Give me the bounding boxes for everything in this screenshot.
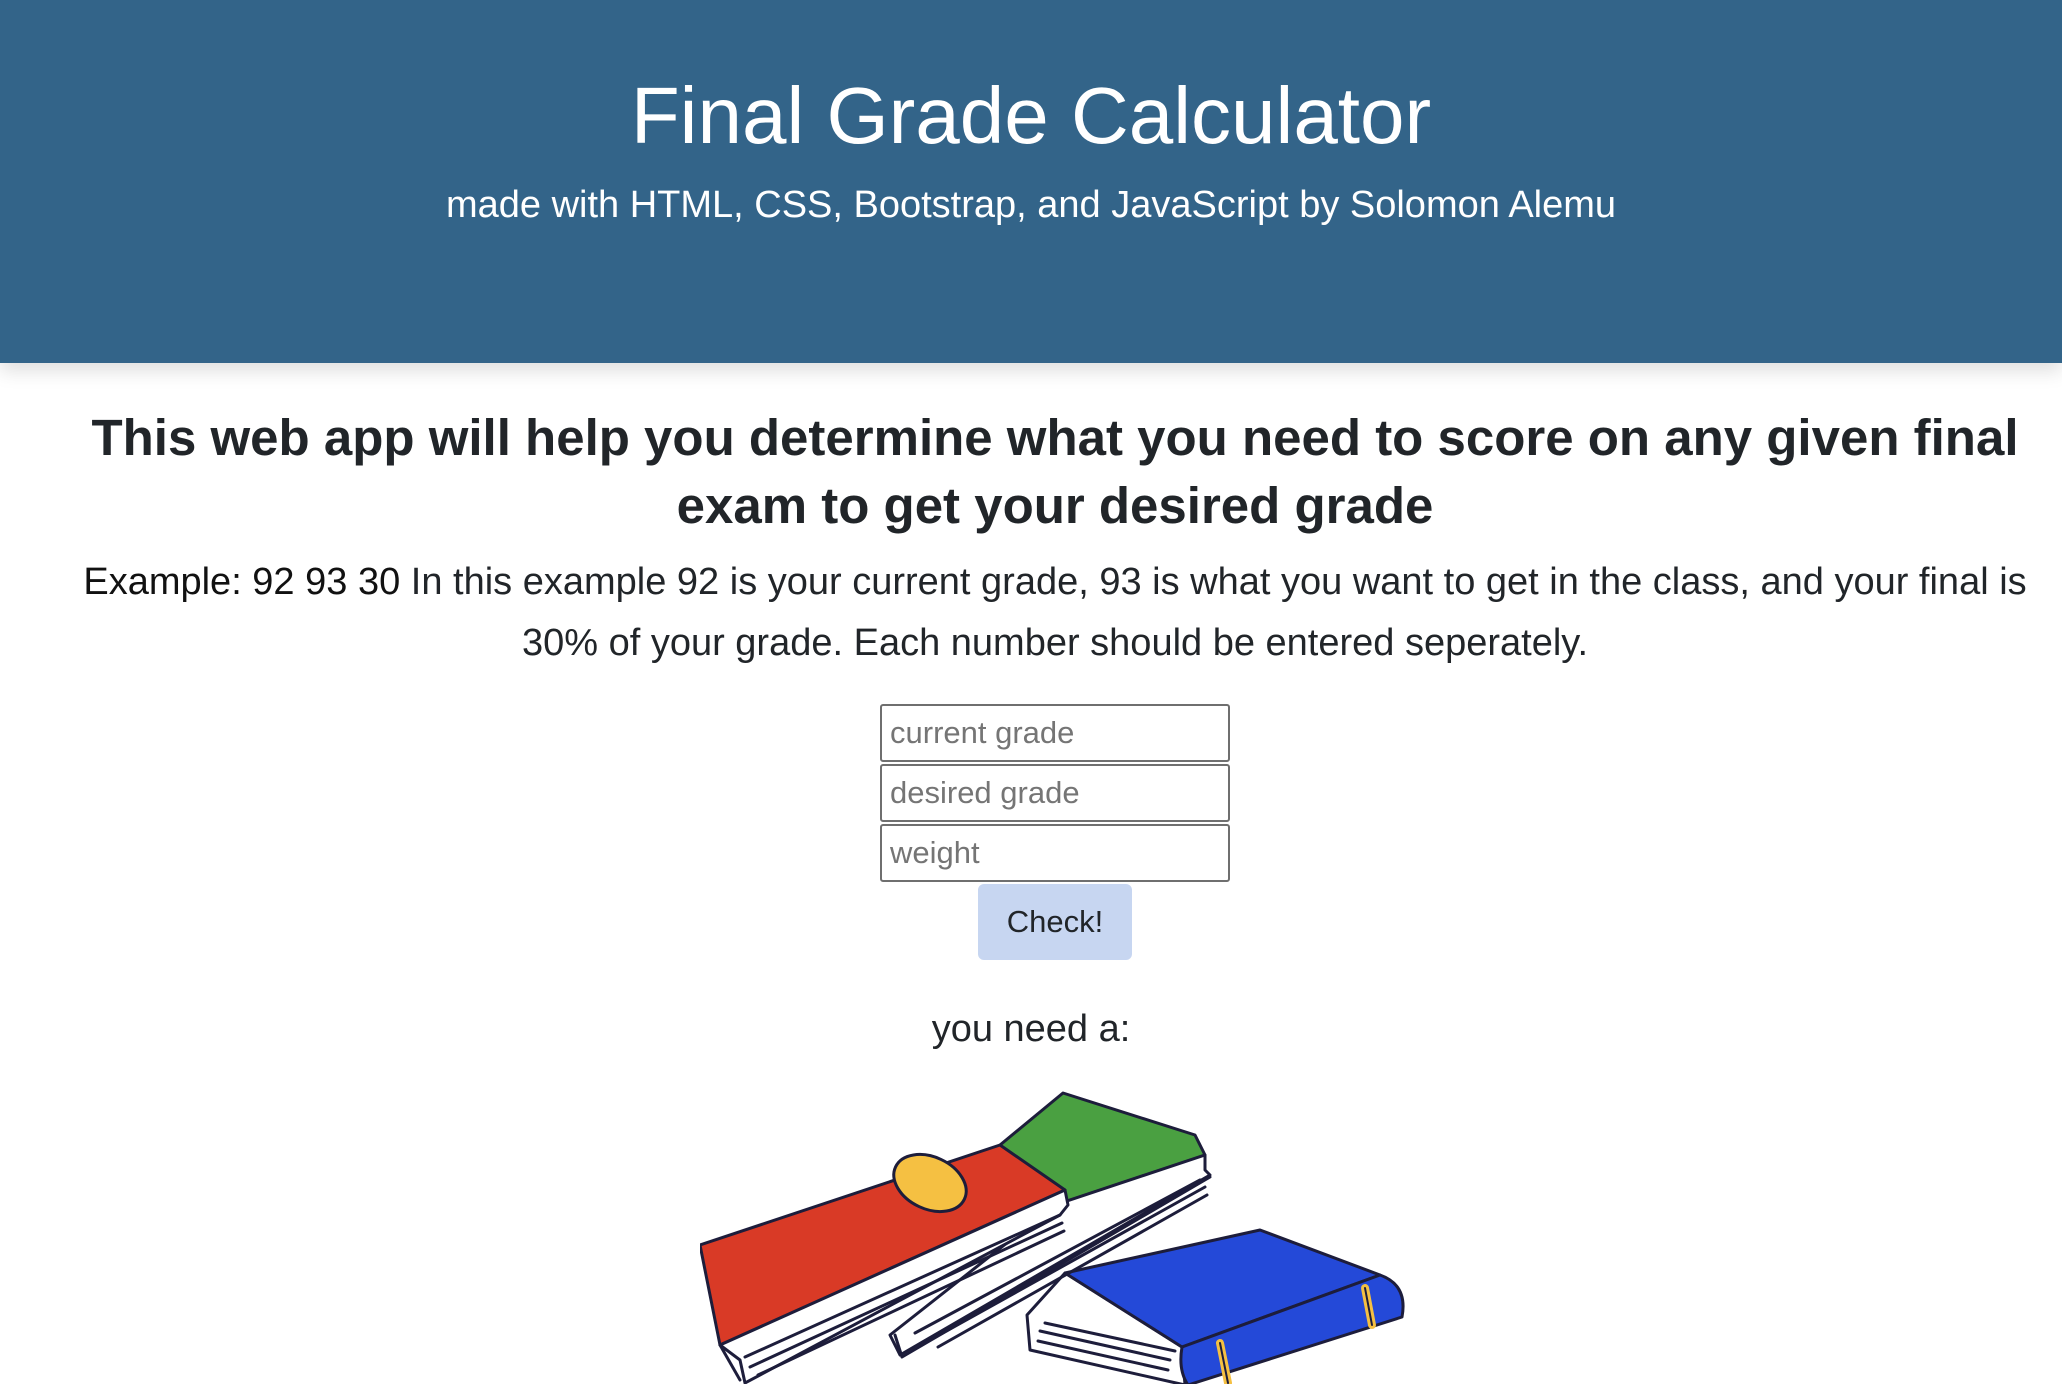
page-subtitle: made with HTML, CSS, Bootstrap, and Java… (445, 184, 1617, 226)
current-grade-input[interactable] (880, 704, 1230, 762)
example-text: In this example 92 is your current grade… (400, 561, 2027, 664)
weight-input[interactable] (880, 824, 1230, 882)
intro-heading: This web app will help you determine wha… (91, 409, 2019, 534)
page-title: Final Grade Calculator (630, 71, 1432, 160)
example-label: Example: 92 93 30 (83, 561, 401, 603)
result-label: you need a: (931, 1008, 1131, 1050)
check-button[interactable]: Check! (978, 884, 1132, 960)
example-paragraph: Example: 92 93 30 In this example 92 is … (56, 552, 2054, 674)
header-banner: Final Grade Calculator made with HTML, C… (0, 0, 2062, 363)
desired-grade-input[interactable] (880, 764, 1230, 822)
books-icon (698, 1085, 1420, 1387)
